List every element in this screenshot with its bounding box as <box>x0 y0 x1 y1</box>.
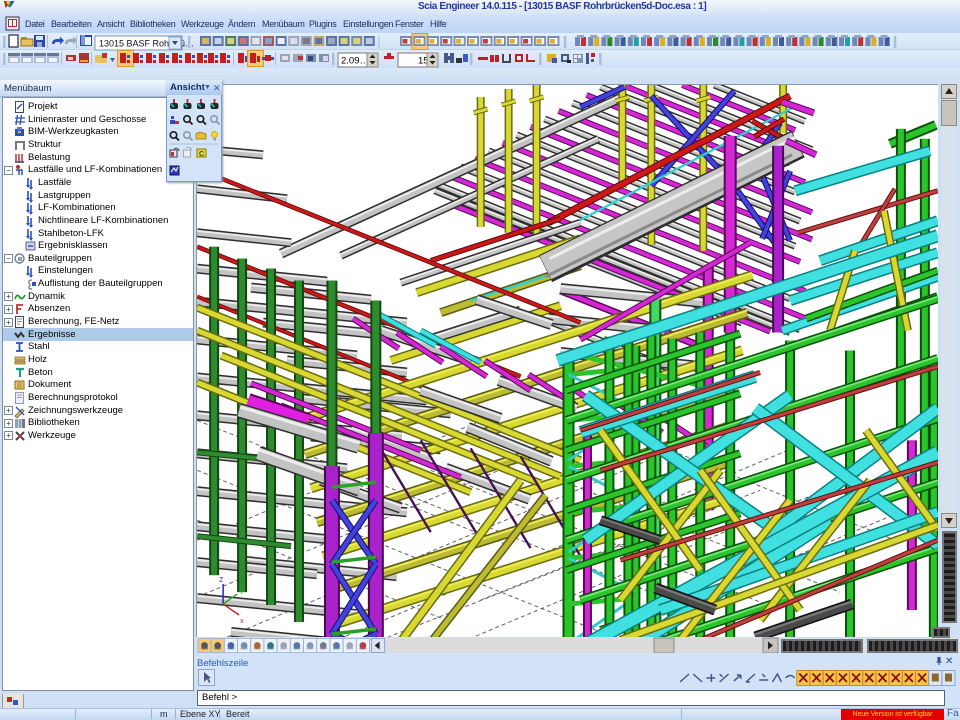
svg-text:2.09…: 2.09… <box>341 56 369 67</box>
svg-text:x: x <box>240 618 244 625</box>
svg-text:Z: Z <box>219 577 224 584</box>
svg-text:Y: Y <box>239 589 244 596</box>
svg-text:C: C <box>199 151 204 158</box>
